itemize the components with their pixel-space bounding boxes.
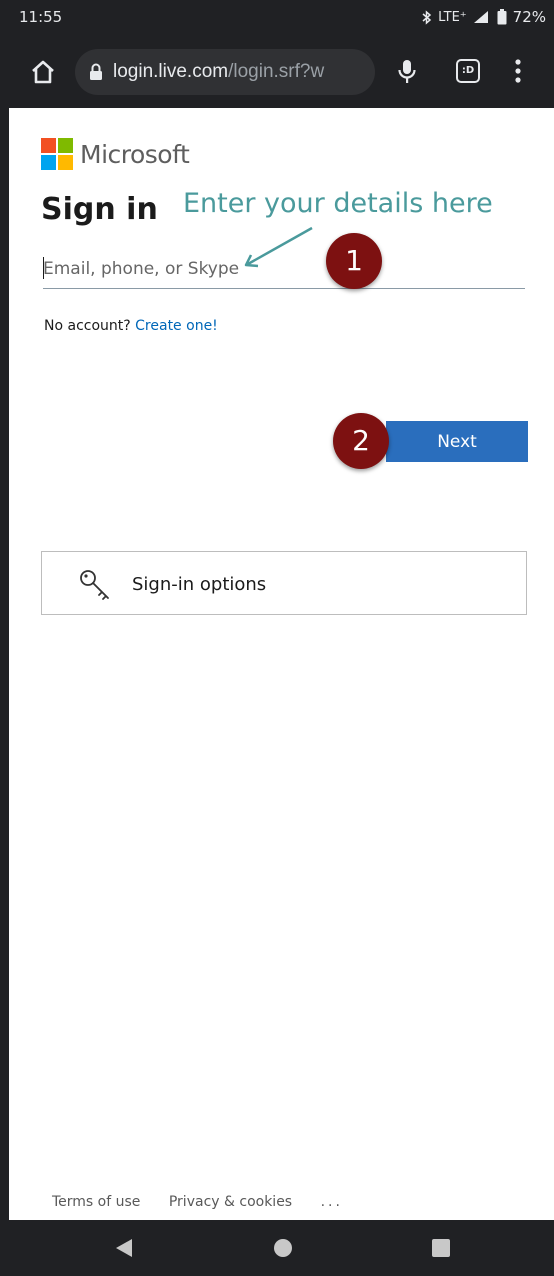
- sign-in-options-label: Sign-in options: [132, 574, 267, 595]
- footer-links: Terms of use Privacy & cookies ...: [52, 1194, 367, 1210]
- status-time: 11:55: [19, 8, 63, 26]
- status-bar: 11:55 LTE⁺ 72%: [9, 0, 554, 36]
- status-indicators: LTE⁺ 72%: [421, 8, 546, 26]
- back-icon[interactable]: [115, 1238, 133, 1258]
- brand-name: Microsoft: [80, 140, 190, 169]
- network-type: LTE⁺: [438, 9, 467, 25]
- battery-level: 72%: [512, 8, 546, 26]
- no-account-text: No account? Create one!: [44, 318, 218, 334]
- battery-icon: [497, 9, 507, 25]
- home-icon[interactable]: [29, 58, 57, 86]
- address-bar[interactable]: login.live.com/login.srf?w: [75, 49, 375, 95]
- page-title: Sign in: [41, 192, 158, 227]
- url-path: /login.srf?w: [228, 61, 325, 82]
- system-nav-bar: [9, 1220, 554, 1276]
- sign-in-options-button[interactable]: Sign-in options: [41, 551, 527, 615]
- annotation-hint: Enter your details here: [183, 188, 493, 219]
- signal-icon: [473, 11, 488, 23]
- email-field[interactable]: [43, 250, 525, 289]
- url-host: login.live.com: [113, 61, 229, 82]
- more-menu-icon[interactable]: [515, 58, 521, 84]
- recent-apps-icon[interactable]: [432, 1239, 450, 1257]
- create-account-link[interactable]: Create one!: [135, 318, 218, 334]
- microphone-icon[interactable]: [397, 58, 417, 86]
- no-account-label: No account?: [44, 318, 131, 334]
- home-nav-icon[interactable]: [274, 1239, 292, 1257]
- step-badge-2: 2: [333, 413, 389, 469]
- bluetooth-icon: [422, 9, 432, 25]
- key-icon: [80, 570, 109, 600]
- lock-icon: [90, 63, 102, 80]
- tabs-icon[interactable]: :D: [456, 59, 480, 83]
- microsoft-logo-icon: [41, 138, 73, 170]
- next-button[interactable]: Next: [386, 421, 528, 462]
- privacy-link[interactable]: Privacy & cookies: [169, 1194, 292, 1210]
- browser-toolbar: login.live.com/login.srf?w :D: [9, 36, 554, 108]
- step-badge-1: 1: [326, 233, 382, 289]
- text-caret: [43, 257, 44, 279]
- more-options-link[interactable]: ...: [321, 1194, 343, 1210]
- terms-link[interactable]: Terms of use: [52, 1194, 140, 1210]
- screen-edge: [0, 0, 9, 1276]
